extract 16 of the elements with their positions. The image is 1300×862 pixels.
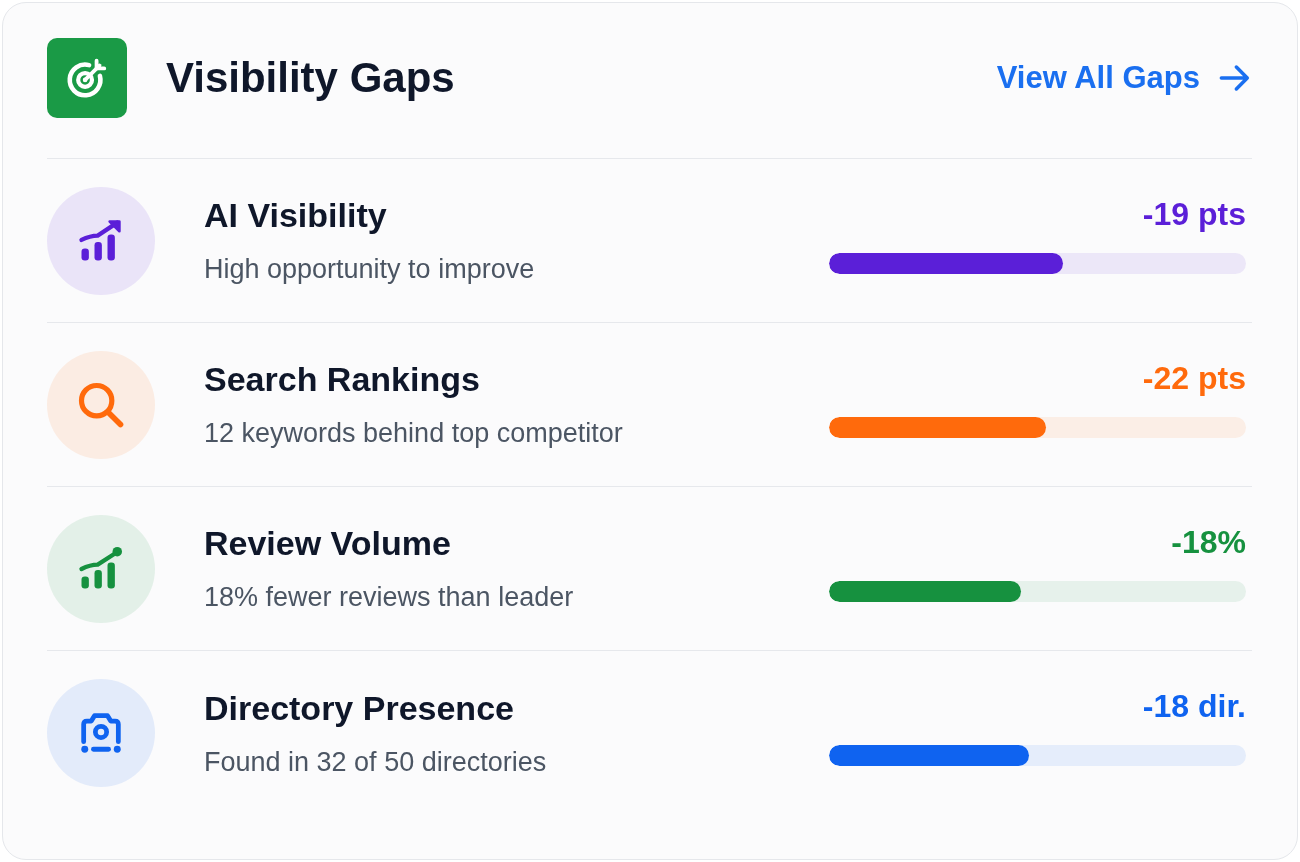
gap-description: Found in 32 of 50 directories: [204, 745, 548, 779]
gap-title: Review Volume: [204, 523, 452, 563]
gap-description: 12 keywords behind top competitor: [204, 417, 624, 450]
card-title: Visibility Gaps: [166, 53, 455, 103]
gap-title: Directory Presence: [204, 687, 515, 728]
target-icon: [47, 38, 127, 118]
gap-description: 18% fewer reviews than leader: [204, 581, 575, 614]
gap-title: AI Visibility: [204, 195, 388, 235]
gap-value: -18%: [1171, 522, 1246, 562]
gap-value: -22 pts: [1142, 358, 1246, 398]
gap-title: Search Rankings: [204, 359, 481, 399]
view-all-link[interactable]: View All Gaps: [996, 58, 1252, 98]
gap-description: High opportunity to improve: [204, 253, 536, 286]
gap-value: -19 pts: [1142, 194, 1246, 234]
gap-value: -18 dir.: [1142, 687, 1246, 726]
arrow-right-icon: [1218, 63, 1252, 93]
